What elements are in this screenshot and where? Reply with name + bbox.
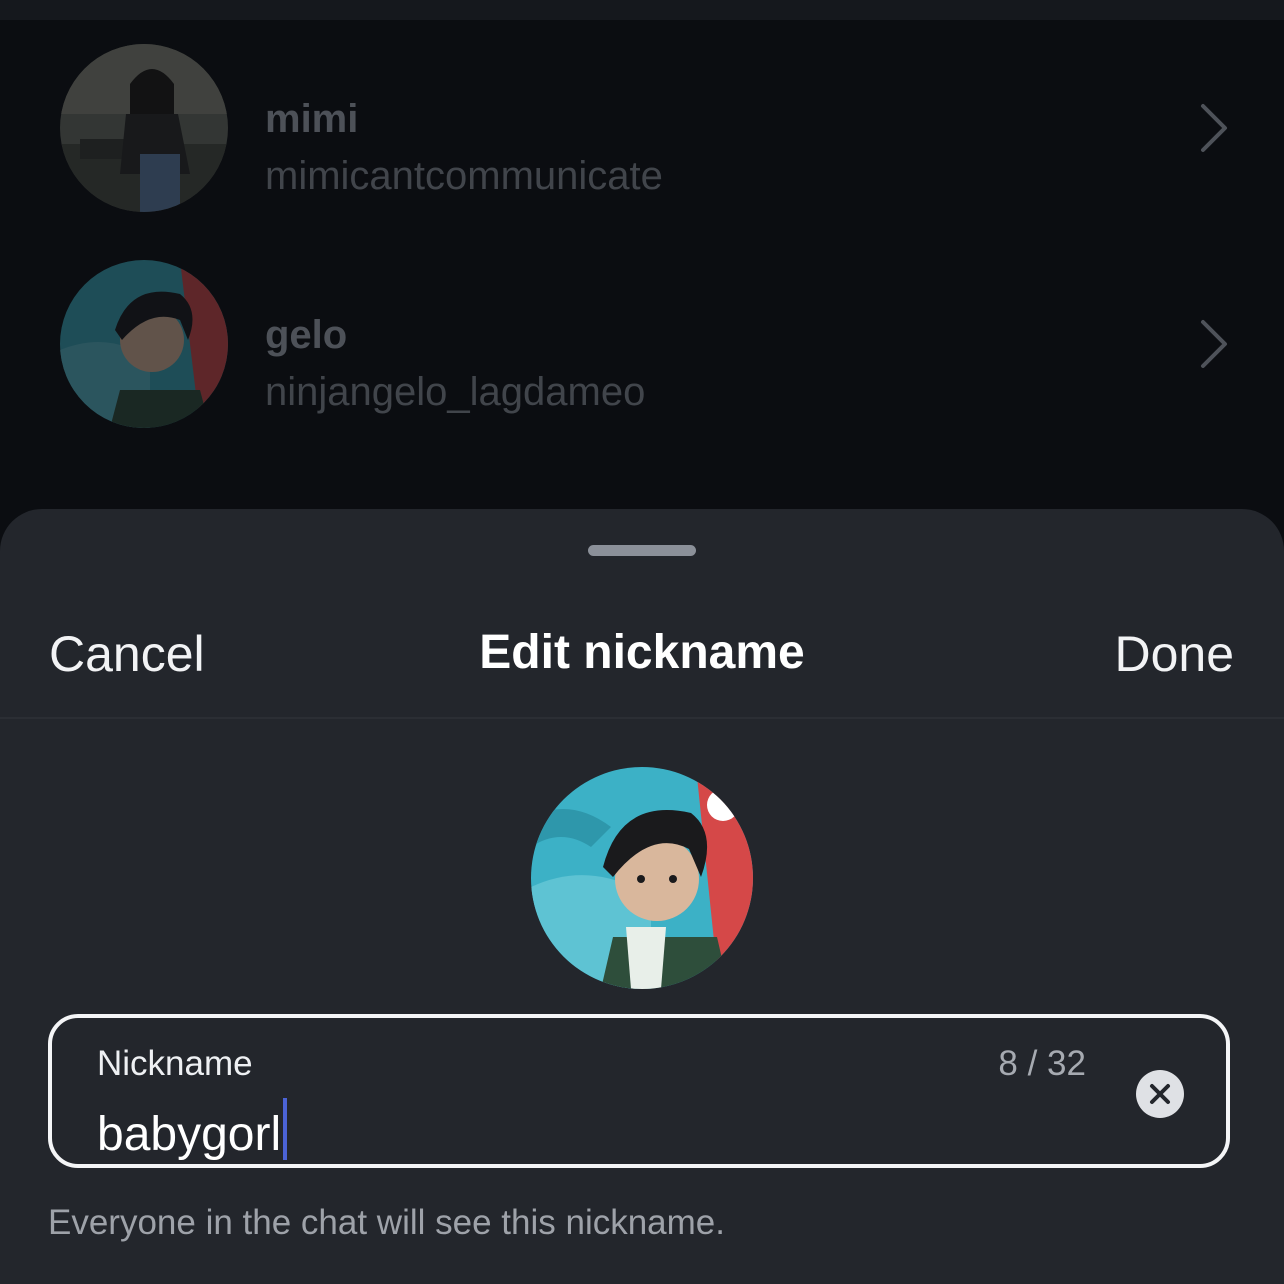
- nickname-input[interactable]: babygorl: [97, 1098, 288, 1163]
- field-label: Nickname: [97, 1044, 253, 1083]
- nickname-input-text: babygorl: [97, 1108, 282, 1161]
- avatar-large: [531, 767, 753, 989]
- chevron-right-icon: [1201, 320, 1227, 368]
- list-item-mimi[interactable]: mimi mimicantcommunicate: [0, 42, 1284, 232]
- contact-handle: mimicantcommunicate: [265, 154, 663, 198]
- avatar-mimi: [60, 44, 228, 212]
- list-item-gelo[interactable]: gelo ninjangelo_lagdameo: [0, 258, 1284, 448]
- clear-x-icon: [1150, 1084, 1170, 1104]
- status-strip: [0, 0, 1284, 20]
- sheet-grabber[interactable]: [588, 545, 696, 556]
- done-button[interactable]: Done: [1114, 625, 1234, 683]
- contact-name: gelo: [265, 313, 348, 357]
- contact-name: mimi: [265, 97, 359, 141]
- contact-handle: ninjangelo_lagdameo: [265, 370, 646, 414]
- avatar-gelo: [60, 260, 228, 428]
- chevron-right-icon: [1201, 104, 1227, 152]
- text-caret: [283, 1098, 288, 1160]
- cancel-button[interactable]: Cancel: [49, 625, 205, 683]
- nickname-field[interactable]: Nickname 8 / 32 babygorl: [48, 1014, 1230, 1168]
- character-counter: 8 / 32: [998, 1044, 1086, 1083]
- nickname-hint: Everyone in the chat will see this nickn…: [48, 1203, 725, 1242]
- clear-button[interactable]: [1136, 1070, 1184, 1118]
- header-divider: [0, 717, 1284, 719]
- edit-nickname-sheet: Edit nickname Cancel Done Nickname 8 / 3…: [0, 509, 1284, 1284]
